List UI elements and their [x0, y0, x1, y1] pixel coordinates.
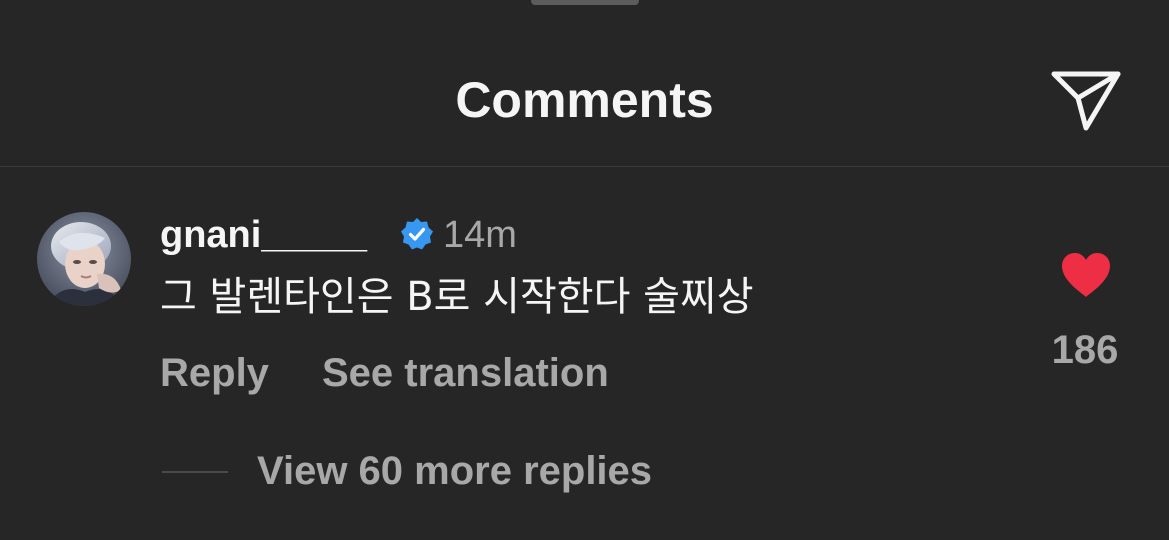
like-count: 186: [1051, 328, 1119, 372]
avatar[interactable]: [37, 212, 131, 306]
comment-timestamp: 14m: [443, 214, 517, 256]
send-paper-plane-icon: [1051, 71, 1121, 131]
header-divider: [0, 166, 1169, 167]
view-more-replies-button[interactable]: View 60 more replies: [257, 447, 652, 495]
see-translation-button[interactable]: See translation: [322, 349, 609, 397]
heart-filled-icon[interactable]: [1060, 251, 1112, 299]
comment-text: 그 발렌타인은 B로 시작한다 술찌상: [160, 274, 754, 320]
reply-button[interactable]: Reply: [160, 349, 269, 397]
comment-username[interactable]: gnani_____: [160, 212, 367, 258]
verified-badge-icon: [401, 218, 433, 250]
replies-divider-line: [162, 471, 228, 473]
share-button[interactable]: [1048, 68, 1124, 134]
comments-header: Comments: [0, 0, 1169, 166]
profile-photo: [37, 212, 131, 306]
page-title: Comments: [455, 72, 714, 128]
